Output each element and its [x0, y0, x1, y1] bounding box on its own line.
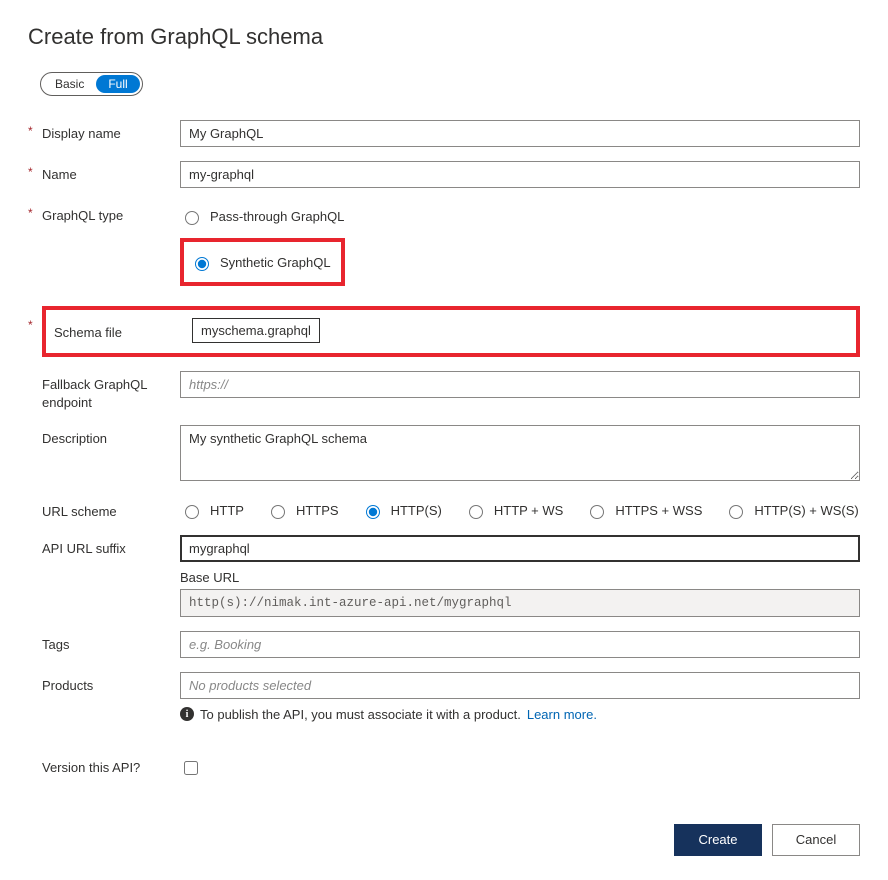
- api-url-suffix-input[interactable]: [180, 535, 860, 562]
- cancel-button[interactable]: Cancel: [772, 824, 860, 856]
- url-scheme-httpswss-radio[interactable]: [590, 505, 604, 519]
- view-mode-toggle[interactable]: Basic Full: [40, 72, 143, 96]
- fallback-endpoint-label: Fallback GraphQL endpoint: [42, 371, 180, 411]
- learn-more-link[interactable]: Learn more.: [527, 707, 597, 722]
- tags-input[interactable]: [180, 631, 860, 658]
- url-scheme-https-both-radio[interactable]: [366, 505, 380, 519]
- graphql-type-synthetic-radio[interactable]: [195, 257, 209, 271]
- fallback-endpoint-input[interactable]: [180, 371, 860, 398]
- schema-file-input[interactable]: myschema.graphql: [192, 318, 320, 343]
- description-label: Description: [42, 425, 180, 448]
- name-label: Name: [42, 161, 180, 184]
- products-label: Products: [42, 672, 180, 695]
- version-api-label: Version this API?: [42, 754, 180, 777]
- info-icon: i: [180, 707, 194, 721]
- schema-file-highlight: Schema file myschema.graphql: [42, 306, 860, 357]
- toggle-basic[interactable]: Basic: [43, 75, 96, 93]
- toggle-full[interactable]: Full: [96, 75, 139, 93]
- url-scheme-http-label: HTTP: [210, 503, 244, 518]
- required-marker: *: [28, 120, 42, 138]
- display-name-input[interactable]: [180, 120, 860, 147]
- tags-label: Tags: [42, 631, 180, 654]
- products-input[interactable]: No products selected: [180, 672, 860, 699]
- url-scheme-httpws-radio[interactable]: [469, 505, 483, 519]
- graphql-type-label: GraphQL type: [42, 202, 180, 225]
- name-input[interactable]: [180, 161, 860, 188]
- display-name-label: Display name: [42, 120, 180, 143]
- description-input[interactable]: [180, 425, 860, 481]
- create-button[interactable]: Create: [674, 824, 762, 856]
- base-url-label: Base URL: [180, 570, 860, 585]
- required-marker: *: [28, 202, 42, 220]
- url-scheme-httpswss-label: HTTPS + WSS: [615, 503, 702, 518]
- synthetic-highlight: Synthetic GraphQL: [180, 238, 345, 286]
- products-placeholder: No products selected: [189, 678, 311, 693]
- url-scheme-httpswss-both-label: HTTP(S) + WS(S): [754, 503, 858, 518]
- page-title: Create from GraphQL schema: [28, 24, 860, 50]
- url-scheme-httpswss-both-radio[interactable]: [729, 505, 743, 519]
- graphql-type-synthetic-label: Synthetic GraphQL: [220, 255, 331, 270]
- url-scheme-https-label: HTTPS: [296, 503, 339, 518]
- required-marker: *: [28, 161, 42, 179]
- graphql-type-passthrough-label: Pass-through GraphQL: [210, 209, 344, 224]
- url-scheme-httpws-label: HTTP + WS: [494, 503, 563, 518]
- url-scheme-https-both-label: HTTP(S): [391, 503, 442, 518]
- api-url-suffix-label: API URL suffix: [42, 535, 180, 558]
- base-url-readonly: http(s)://nimak.int-azure-api.net/mygrap…: [180, 589, 860, 617]
- products-info-text: To publish the API, you must associate i…: [200, 707, 521, 722]
- graphql-type-passthrough-radio[interactable]: [185, 211, 199, 225]
- url-scheme-http-radio[interactable]: [185, 505, 199, 519]
- schema-file-label: Schema file: [54, 320, 192, 342]
- url-scheme-label: URL scheme: [42, 498, 180, 521]
- version-api-checkbox[interactable]: [184, 761, 198, 775]
- url-scheme-https-radio[interactable]: [271, 505, 285, 519]
- required-marker: *: [28, 306, 42, 332]
